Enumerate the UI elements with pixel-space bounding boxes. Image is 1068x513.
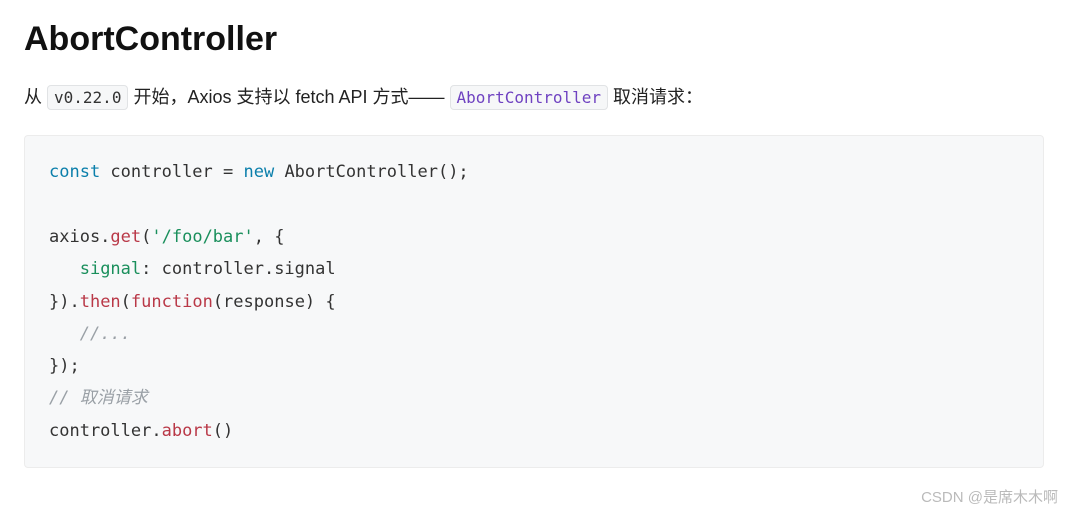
code-example: const controller = new AbortController()…	[24, 135, 1044, 468]
code-token: get	[110, 227, 141, 247]
intro-text-2: 开始，Axios 支持以 fetch API 方式——	[128, 87, 449, 107]
code-token: AbortController();	[274, 162, 468, 182]
abortcontroller-link[interactable]: AbortController	[450, 85, 609, 110]
code-token: controller =	[100, 162, 243, 182]
code-token: abort	[162, 421, 213, 441]
page-title: AbortController	[24, 20, 1044, 59]
code-token: controller.	[49, 421, 162, 441]
code-token: function	[131, 292, 213, 312]
code-token: }).	[49, 292, 80, 312]
code-token: (	[121, 292, 131, 312]
version-code: v0.22.0	[47, 85, 128, 110]
watermark: CSDN @是席木木啊	[921, 486, 1058, 507]
code-token: const	[49, 162, 100, 182]
code-token: then	[80, 292, 121, 312]
intro-paragraph: 从 v0.22.0 开始，Axios 支持以 fetch API 方式—— Ab…	[24, 81, 1044, 113]
code-token: (response) {	[213, 292, 336, 312]
code-token: // 取消请求	[49, 388, 148, 408]
code-token	[49, 324, 80, 344]
code-token: (	[141, 227, 151, 247]
intro-text-3: 取消请求：	[608, 87, 703, 107]
code-token: //...	[80, 324, 131, 344]
code-token: '/foo/bar'	[151, 227, 253, 247]
code-token: });	[49, 356, 80, 376]
code-token: signal	[80, 259, 141, 279]
code-token: axios.	[49, 227, 110, 247]
code-token	[49, 259, 80, 279]
code-token: new	[243, 162, 274, 182]
code-token: : controller.signal	[141, 259, 335, 279]
intro-text-1: 从	[24, 87, 47, 107]
code-token: ()	[213, 421, 233, 441]
code-token: , {	[254, 227, 285, 247]
